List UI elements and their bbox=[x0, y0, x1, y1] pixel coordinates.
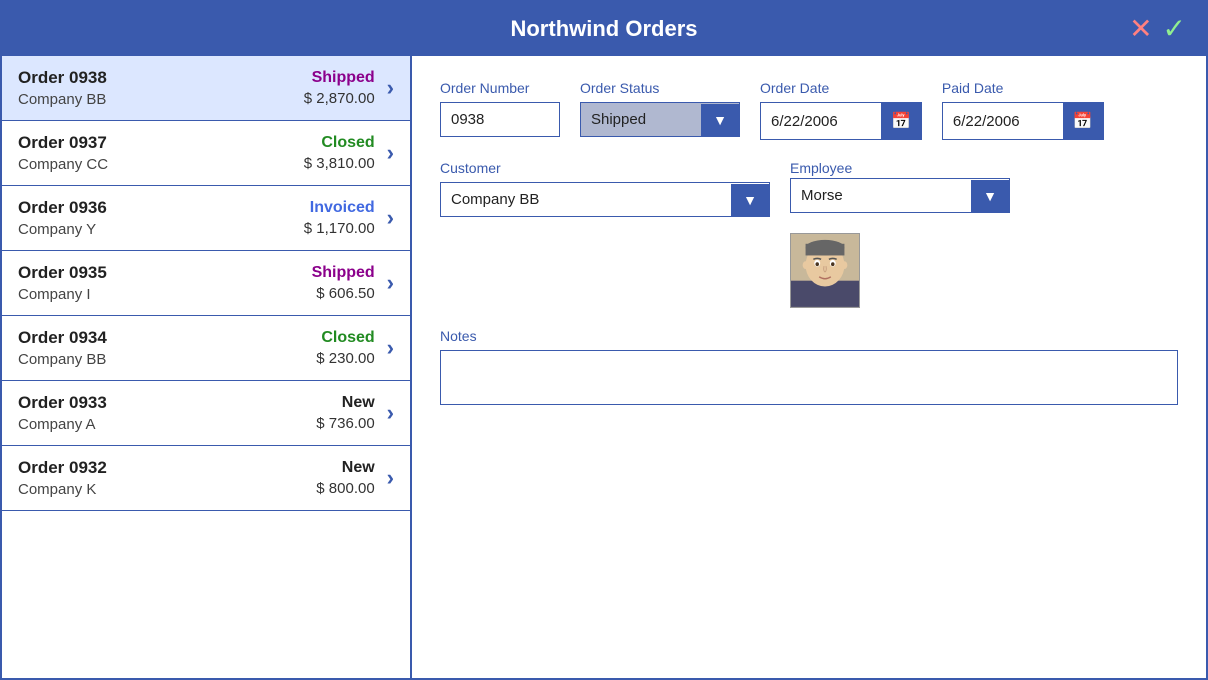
order-company: Company CC bbox=[18, 156, 304, 173]
employee-inner: Employee Morse Freehafer Kotas Sergienko… bbox=[790, 160, 1010, 213]
chevron-right-icon: › bbox=[387, 205, 394, 231]
order-info: Order 0932 Company K bbox=[18, 458, 316, 498]
confirm-button[interactable]: ✓ bbox=[1163, 15, 1186, 43]
order-status-amount: New $ 736.00 bbox=[316, 394, 374, 432]
notes-label: Notes bbox=[440, 328, 1178, 344]
order-status-amount: Closed $ 3,810.00 bbox=[304, 134, 375, 172]
employee-select-wrap[interactable]: Morse Freehafer Kotas Sergienko Thorpe ▼ bbox=[790, 178, 1010, 213]
order-amount: $ 3,810.00 bbox=[304, 155, 375, 172]
order-date-label: Order Date bbox=[760, 80, 922, 96]
employee-select[interactable]: Morse Freehafer Kotas Sergienko Thorpe bbox=[791, 179, 971, 212]
customer-label: Customer bbox=[440, 160, 770, 176]
order-status: Shipped bbox=[304, 69, 375, 87]
paid-date-group: Paid Date 📅 bbox=[942, 80, 1104, 140]
order-status-arrow[interactable]: ▼ bbox=[701, 104, 739, 136]
main-content: Order 0938 Company BB Shipped $ 2,870.00… bbox=[2, 56, 1206, 678]
order-number: Order 0933 bbox=[18, 393, 316, 413]
order-date-group: Order Date 📅 bbox=[760, 80, 922, 140]
order-number: Order 0937 bbox=[18, 133, 304, 153]
close-button[interactable]: ✕ bbox=[1129, 15, 1152, 43]
order-number: Order 0938 bbox=[18, 68, 304, 88]
order-company: Company BB bbox=[18, 91, 304, 108]
order-info: Order 0937 Company CC bbox=[18, 133, 304, 173]
order-status-amount: Closed $ 230.00 bbox=[316, 329, 374, 367]
order-item[interactable]: Order 0936 Company Y Invoiced $ 1,170.00… bbox=[2, 186, 410, 251]
title-bar: Northwind Orders ✕ ✓ bbox=[2, 2, 1206, 56]
order-status-amount: New $ 800.00 bbox=[316, 459, 374, 497]
order-item[interactable]: Order 0933 Company A New $ 736.00 › bbox=[2, 381, 410, 446]
notes-textarea[interactable] bbox=[440, 350, 1178, 405]
order-amount: $ 1,170.00 bbox=[304, 220, 375, 237]
order-item[interactable]: Order 0938 Company BB Shipped $ 2,870.00… bbox=[2, 56, 410, 121]
order-status: Closed bbox=[304, 134, 375, 152]
paid-date-wrap: 📅 bbox=[942, 102, 1104, 140]
order-status-amount: Invoiced $ 1,170.00 bbox=[304, 199, 375, 237]
order-status-group: Order Status Shipped New Invoiced Closed… bbox=[580, 80, 740, 140]
employee-label: Employee bbox=[790, 160, 852, 176]
order-number: Order 0936 bbox=[18, 198, 304, 218]
order-info: Order 0934 Company BB bbox=[18, 328, 316, 368]
order-date-input[interactable] bbox=[761, 105, 881, 138]
order-item[interactable]: Order 0934 Company BB Closed $ 230.00 › bbox=[2, 316, 410, 381]
order-info: Order 0933 Company A bbox=[18, 393, 316, 433]
order-number: Order 0932 bbox=[18, 458, 316, 478]
chevron-right-icon: › bbox=[387, 335, 394, 361]
order-number-input[interactable] bbox=[440, 102, 560, 137]
detail-panel: Order Number Order Status Shipped New In… bbox=[412, 56, 1206, 678]
order-status: Closed bbox=[316, 329, 374, 347]
order-number: Order 0935 bbox=[18, 263, 312, 283]
order-status-amount: Shipped $ 606.50 bbox=[312, 264, 375, 302]
app-title: Northwind Orders bbox=[510, 16, 697, 42]
order-status: New bbox=[316, 459, 374, 477]
order-date-picker-button[interactable]: 📅 bbox=[881, 103, 921, 139]
order-company: Company BB bbox=[18, 351, 316, 368]
order-amount: $ 230.00 bbox=[316, 350, 374, 367]
chevron-right-icon: › bbox=[387, 140, 394, 166]
paid-date-input[interactable] bbox=[943, 105, 1063, 138]
form-row-1: Order Number Order Status Shipped New In… bbox=[440, 80, 1178, 140]
employee-arrow[interactable]: ▼ bbox=[971, 180, 1009, 212]
paid-date-picker-button[interactable]: 📅 bbox=[1063, 103, 1103, 139]
order-status-select[interactable]: Shipped New Invoiced Closed bbox=[581, 103, 701, 136]
employee-photo bbox=[790, 233, 860, 308]
order-company: Company K bbox=[18, 481, 316, 498]
chevron-right-icon: › bbox=[387, 270, 394, 296]
order-status: New bbox=[316, 394, 374, 412]
order-company: Company I bbox=[18, 286, 312, 303]
employee-group: Employee Morse Freehafer Kotas Sergienko… bbox=[790, 160, 1010, 308]
title-buttons: ✕ ✓ bbox=[1129, 15, 1186, 43]
order-status: Invoiced bbox=[304, 199, 375, 217]
order-company: Company A bbox=[18, 416, 316, 433]
customer-arrow[interactable]: ▼ bbox=[731, 184, 769, 216]
order-info: Order 0935 Company I bbox=[18, 263, 312, 303]
order-number-label: Order Number bbox=[440, 80, 560, 96]
order-company: Company Y bbox=[18, 221, 304, 238]
customer-select-wrap[interactable]: Company BB Company A Company CC Company … bbox=[440, 182, 770, 217]
order-status-label: Order Status bbox=[580, 80, 740, 96]
order-amount: $ 606.50 bbox=[312, 285, 375, 302]
chevron-right-icon: › bbox=[387, 75, 394, 101]
order-amount: $ 800.00 bbox=[316, 480, 374, 497]
order-date-wrap: 📅 bbox=[760, 102, 922, 140]
customer-group: Customer Company BB Company A Company CC… bbox=[440, 160, 770, 308]
order-list: Order 0938 Company BB Shipped $ 2,870.00… bbox=[2, 56, 412, 678]
customer-select[interactable]: Company BB Company A Company CC Company … bbox=[441, 183, 731, 216]
order-info: Order 0938 Company BB bbox=[18, 68, 304, 108]
order-item[interactable]: Order 0932 Company K New $ 800.00 › bbox=[2, 446, 410, 511]
order-status-select-wrap[interactable]: Shipped New Invoiced Closed ▼ bbox=[580, 102, 740, 137]
order-info: Order 0936 Company Y bbox=[18, 198, 304, 238]
order-amount: $ 736.00 bbox=[316, 415, 374, 432]
order-item[interactable]: Order 0935 Company I Shipped $ 606.50 › bbox=[2, 251, 410, 316]
order-item[interactable]: Order 0937 Company CC Closed $ 3,810.00 … bbox=[2, 121, 410, 186]
notes-group: Notes bbox=[440, 328, 1178, 405]
chevron-right-icon: › bbox=[387, 465, 394, 491]
chevron-right-icon: › bbox=[387, 400, 394, 426]
order-number-group: Order Number bbox=[440, 80, 560, 140]
order-amount: $ 2,870.00 bbox=[304, 90, 375, 107]
order-status-amount: Shipped $ 2,870.00 bbox=[304, 69, 375, 107]
order-number: Order 0934 bbox=[18, 328, 316, 348]
paid-date-label: Paid Date bbox=[942, 80, 1104, 96]
order-status: Shipped bbox=[312, 264, 375, 282]
form-row-2: Customer Company BB Company A Company CC… bbox=[440, 160, 1178, 308]
